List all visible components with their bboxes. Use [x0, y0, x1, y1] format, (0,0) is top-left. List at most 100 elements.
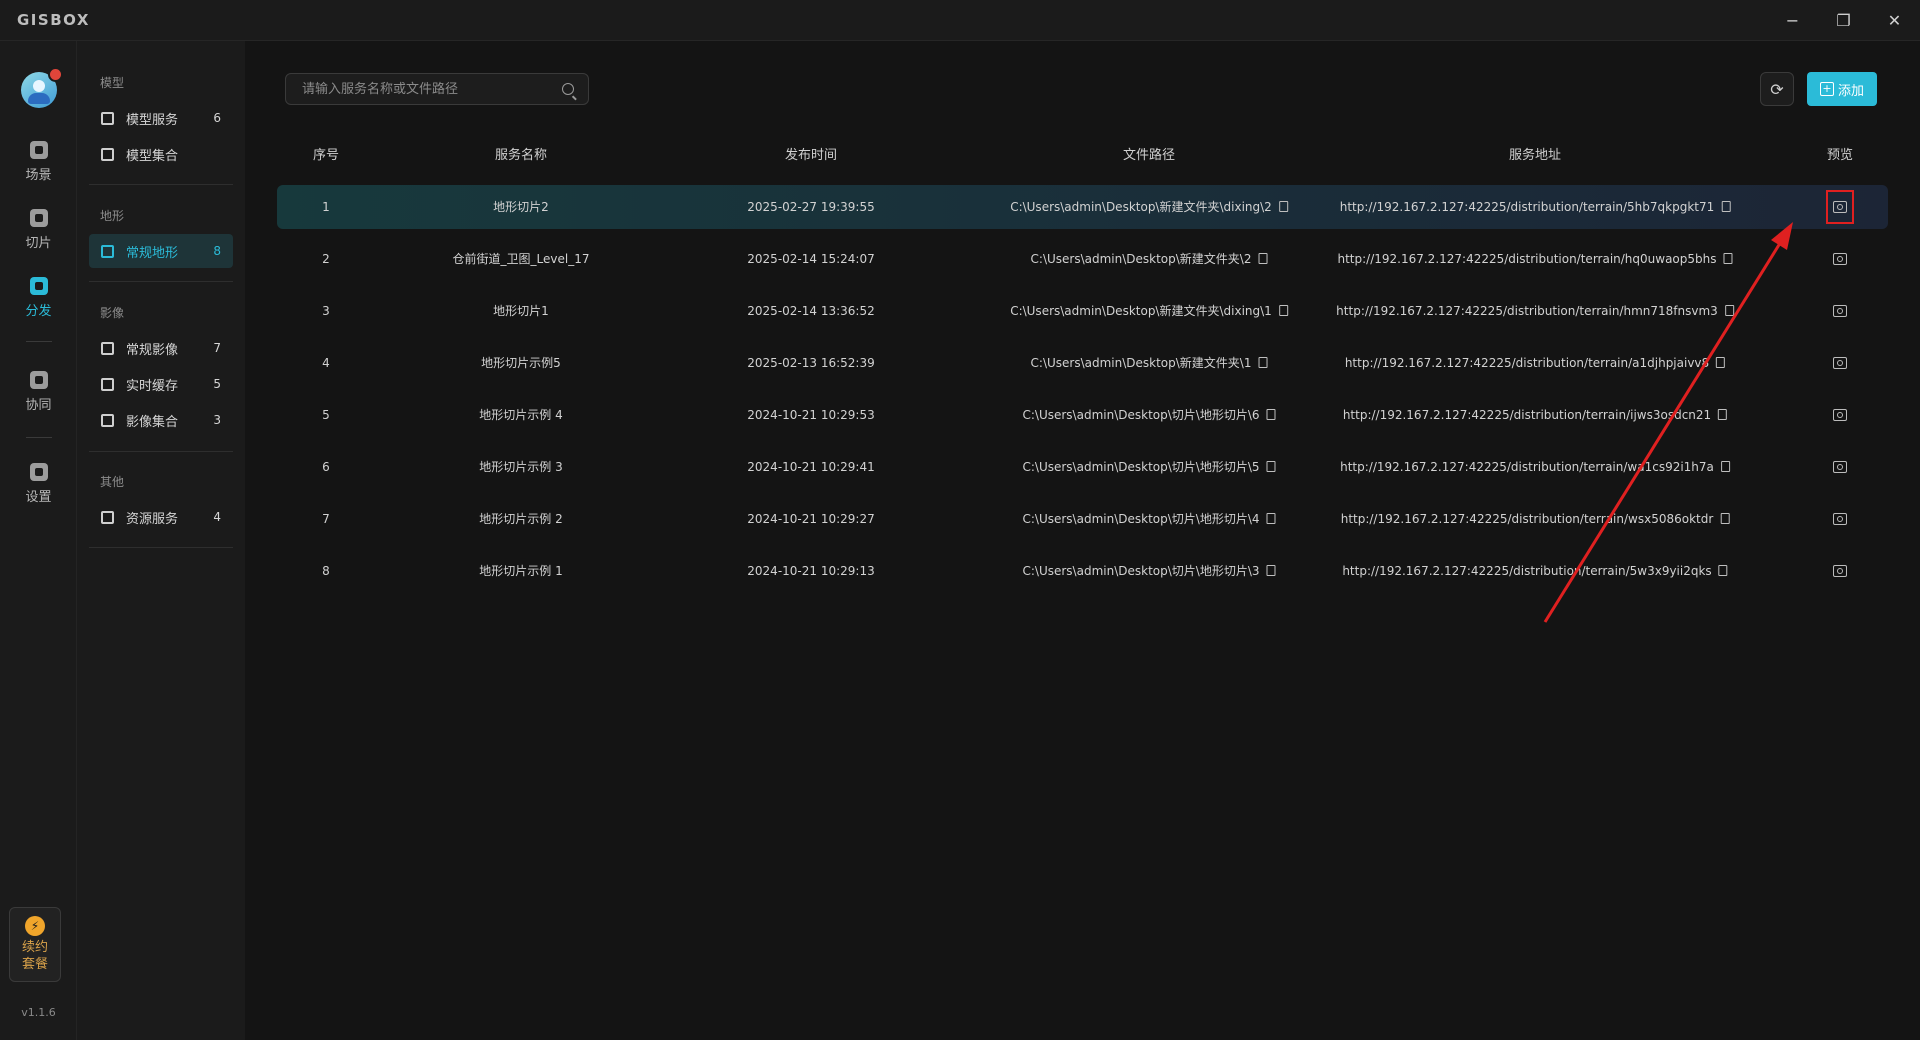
rail-item-collaborate[interactable]: 协同 [0, 371, 77, 413]
table-row[interactable]: 5 地形切片示例 4 2024-10-21 10:29:53 C:\Users\adm… [277, 393, 1888, 437]
cell-name: 地形切片示例 3 [479, 445, 562, 489]
cell-name: 地形切片示例 1 [479, 549, 562, 593]
preview-icon[interactable] [1833, 513, 1847, 525]
cell-time: 2025-02-27 19:39:55 [747, 185, 874, 229]
search-input[interactable] [286, 74, 556, 104]
subnav-item-model-collection[interactable]: 模型集合 [89, 137, 233, 171]
sub-sidebar: 模型 模型服务 6 模型集合 地形 常规地形 8 影像 常规影像 7 实时缓存 … [77, 41, 245, 1040]
copy-icon[interactable] [1266, 409, 1276, 420]
header-index: 序号 [312, 148, 340, 163]
copy-icon[interactable] [1266, 461, 1276, 472]
rail-item-scene[interactable]: 场景 [0, 141, 77, 183]
cell-time: 2024-10-21 10:29:13 [747, 549, 874, 593]
renew-plan-button[interactable]: ⚡ 续约 套餐 [9, 907, 61, 982]
renew-line-1: 续约 [21, 940, 48, 955]
preview-icon[interactable] [1833, 409, 1847, 421]
cell-index: 2 [322, 237, 330, 281]
cell-path: C:\Users\admin\Desktop\新建文件夹\1 [1031, 341, 1268, 385]
cell-time: 2025-02-13 16:52:39 [747, 341, 874, 385]
service-name-text: 仓前街道_卫图_Level_17 [452, 252, 590, 266]
copy-icon[interactable] [1266, 565, 1276, 576]
subnav-item-realtime-cache[interactable]: 实时缓存 5 [89, 367, 233, 401]
refresh-button[interactable]: ⟳ [1760, 72, 1794, 106]
title-bar: GISBOX − ❐ ✕ [0, 0, 1920, 41]
row-index-text: 1 [322, 200, 330, 214]
copy-icon[interactable] [1718, 565, 1728, 576]
search-icon[interactable] [562, 83, 574, 95]
copy-icon[interactable] [1258, 357, 1268, 368]
preview-icon[interactable] [1833, 565, 1847, 577]
subnav-item-count: 7 [213, 341, 221, 355]
subnav-item-imagery-collection[interactable]: 影像集合 3 [89, 403, 233, 437]
publish-time-text: 2024-10-21 10:29:27 [747, 512, 875, 526]
copy-icon[interactable] [1278, 201, 1288, 212]
subnav-item-label: 影像集合 [126, 414, 179, 430]
copy-icon[interactable] [1278, 305, 1288, 316]
subnav-divider [89, 184, 233, 185]
publish-time-text: 2025-02-14 15:24:07 [747, 252, 875, 266]
publish-time-text: 2024-10-21 10:29:41 [747, 460, 875, 474]
file-path-text: C:\Users\admin\Desktop\新建文件夹\1 [1030, 356, 1252, 370]
cell-url: http://192.167.2.127:42225/distribution/… [1336, 289, 1734, 333]
cache-icon [101, 377, 114, 391]
service-url-text: http://192.167.2.127:42225/distribution/… [1339, 200, 1715, 214]
maximize-button[interactable]: ❐ [1818, 0, 1869, 41]
copy-icon[interactable] [1720, 513, 1730, 524]
imagery-collection-icon [101, 413, 114, 427]
table-row[interactable]: 6 地形切片示例 3 2024-10-21 10:29:41 C:\Users\adm… [277, 445, 1888, 489]
cell-url: http://192.167.2.127:42225/distribution/… [1340, 445, 1730, 489]
cell-url: http://192.167.2.127:42225/distribution/… [1341, 497, 1730, 541]
cell-url: http://192.167.2.127:42225/distribution/… [1342, 549, 1728, 593]
rail-item-distribute[interactable]: 分发 [0, 277, 77, 319]
close-button[interactable]: ✕ [1869, 0, 1920, 41]
cell-path: C:\Users\admin\Desktop\切片\地形切片\6 [1022, 393, 1276, 437]
copy-icon[interactable] [1721, 201, 1731, 212]
table-row[interactable]: 3 地形切片1 2025-02-14 13:36:52 C:\Users\admin\… [277, 289, 1888, 333]
copy-icon[interactable] [1724, 305, 1734, 316]
cell-time: 2024-10-21 10:29:53 [747, 393, 874, 437]
subnav-item-label: 常规影像 [126, 342, 179, 358]
file-path-text: C:\Users\admin\Desktop\切片\地形切片\4 [1022, 512, 1260, 526]
copy-icon[interactable] [1716, 357, 1726, 368]
avatar[interactable] [21, 67, 63, 108]
left-rail: 场景 切片 分发 协同 设置 ⚡ 续约 套餐 v1.1.6 [0, 41, 77, 1040]
add-button[interactable]: + 添加 [1807, 72, 1877, 106]
copy-icon[interactable] [1723, 253, 1733, 264]
add-icon: + [1819, 82, 1834, 96]
service-url-text: http://192.167.2.127:42225/distribution/… [1342, 408, 1712, 422]
preview-icon[interactable] [1833, 461, 1847, 473]
table-row[interactable]: 1 地形切片2 2025-02-27 19:39:55 C:\Users\admin\… [277, 185, 1888, 229]
rail-item-settings[interactable]: 设置 [0, 463, 77, 505]
subnav-item-label: 模型集合 [126, 148, 179, 164]
rail-item-slice[interactable]: 切片 [0, 209, 77, 251]
copy-icon[interactable] [1718, 409, 1728, 420]
slice-icon [29, 209, 48, 227]
copy-icon[interactable] [1258, 253, 1268, 264]
table-row[interactable]: 2 仓前街道_卫图_Level_17 2025-02-14 15:24:07 C:\U… [277, 237, 1888, 281]
preview-icon[interactable] [1833, 253, 1847, 265]
copy-icon[interactable] [1720, 461, 1730, 472]
cell-time: 2025-02-14 13:36:52 [747, 289, 874, 333]
subnav-item-regular-terrain[interactable]: 常规地形 8 [89, 234, 233, 268]
file-path-text: C:\Users\admin\Desktop\新建文件夹\dixing\1 [1010, 304, 1272, 318]
minimize-button[interactable]: − [1767, 0, 1818, 41]
imagery-icon [101, 341, 114, 355]
table-row[interactable]: 4 地形切片示例5 2025-02-13 16:52:39 C:\Users\admi… [277, 341, 1888, 385]
bolt-icon: ⚡ [25, 916, 45, 936]
row-index-text: 4 [322, 356, 330, 370]
copy-icon[interactable] [1266, 513, 1276, 524]
subnav-item-resource-service[interactable]: 资源服务 4 [89, 500, 233, 534]
preview-icon[interactable] [1833, 357, 1847, 369]
table-row[interactable]: 8 地形切片示例 1 2024-10-21 10:29:13 C:\Users\adm… [277, 549, 1888, 593]
table-row[interactable]: 7 地形切片示例 2 2024-10-21 10:29:27 C:\Users\adm… [277, 497, 1888, 541]
subnav-divider [89, 451, 233, 452]
section-title-other: 其他 [100, 475, 125, 489]
subnav-item-regular-imagery[interactable]: 常规影像 7 [89, 331, 233, 365]
subnav-item-model-service[interactable]: 模型服务 6 [89, 101, 233, 135]
publish-time-text: 2024-10-21 10:29:13 [747, 564, 875, 578]
avatar-face [33, 80, 45, 92]
cell-index: 1 [322, 185, 330, 229]
preview-icon[interactable] [1833, 305, 1847, 317]
cell-url: http://192.167.2.127:42225/distribution/… [1345, 341, 1726, 385]
subnav-item-count: 4 [213, 510, 221, 524]
